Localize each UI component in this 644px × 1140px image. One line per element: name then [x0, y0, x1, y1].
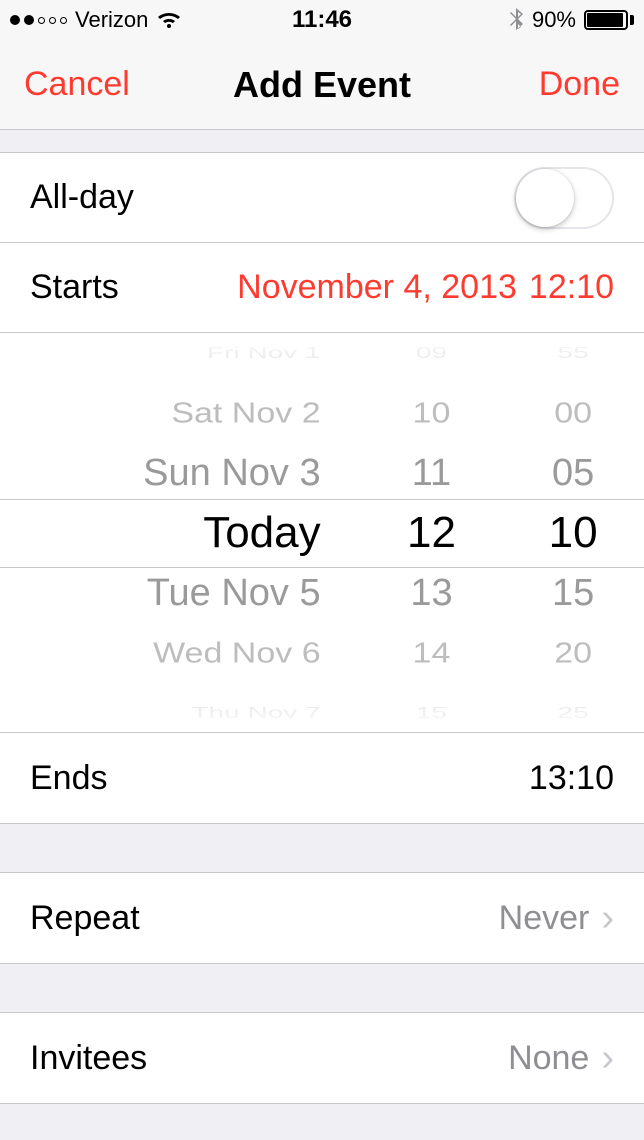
picker-date-item: Sat Nov 2 [0, 387, 361, 438]
allday-label: All-day [30, 178, 134, 217]
picker-min-item: 25 [502, 696, 644, 729]
picker-hour-column[interactable]: 08 09 10 11 12 13 14 15 16 [361, 333, 503, 732]
picker-date-item: Thu Nov 7 [0, 696, 361, 729]
picker-hour-item: 10 [361, 387, 503, 438]
starts-time: 12:10 [529, 268, 614, 307]
invitees-label: Invitees [30, 1039, 147, 1078]
chevron-right-icon: › [601, 1037, 614, 1080]
picker-min-selected: 10 [502, 503, 644, 563]
picker-date-column[interactable]: Thu Oct 31 Fri Nov 1 Sat Nov 2 Sun Nov 3… [0, 333, 361, 732]
done-button[interactable]: Done [539, 65, 620, 104]
picker-hour-item: 14 [361, 627, 503, 678]
picker-date-item: Sun Nov 3 [0, 443, 361, 503]
picker-date-item: Wed Nov 6 [0, 627, 361, 678]
picker-min-item: 15 [502, 563, 644, 623]
picker-min-item: 55 [502, 336, 644, 369]
date-time-picker[interactable]: Thu Oct 31 Fri Nov 1 Sat Nov 2 Sun Nov 3… [0, 333, 644, 733]
allday-toggle[interactable] [514, 167, 614, 229]
invitees-value: None [508, 1039, 589, 1078]
starts-label: Starts [30, 268, 119, 307]
ends-row[interactable]: Ends 13:10 [0, 733, 644, 823]
picker-date-selected: Today [0, 503, 361, 563]
picker-hour-item: 13 [361, 563, 503, 623]
repeat-label: Repeat [30, 899, 140, 938]
invitees-row[interactable]: Invitees None › [0, 1013, 644, 1103]
picker-date-item: Fri Nov 1 [0, 336, 361, 369]
ends-time: 13:10 [529, 759, 614, 798]
starts-row[interactable]: Starts November 4, 2013 12:10 [0, 243, 644, 333]
picker-min-item: 20 [502, 627, 644, 678]
ends-label: Ends [30, 759, 108, 798]
picker-date-item: Tue Nov 5 [0, 563, 361, 623]
picker-hour-selected: 12 [361, 503, 503, 563]
picker-min-item: 00 [502, 387, 644, 438]
picker-minute-column[interactable]: 50 55 00 05 10 15 20 25 30 [502, 333, 644, 732]
allday-row[interactable]: All-day [0, 153, 644, 243]
cancel-button[interactable]: Cancel [24, 65, 130, 104]
repeat-row[interactable]: Repeat Never › [0, 873, 644, 963]
datetime-group: All-day Starts November 4, 2013 12:10 Th… [0, 152, 644, 824]
nav-bar: Cancel Add Event Done [0, 40, 644, 130]
status-time: 11:46 [0, 6, 644, 34]
starts-date: November 4, 2013 [237, 268, 517, 307]
picker-hour-item: 11 [361, 443, 503, 503]
battery-icon [584, 10, 634, 30]
picker-hour-item: 09 [361, 336, 503, 369]
picker-min-item: 05 [502, 443, 644, 503]
chevron-right-icon: › [601, 897, 614, 940]
status-bar: Verizon 11:46 90% [0, 0, 644, 40]
picker-hour-item: 15 [361, 696, 503, 729]
repeat-value: Never [499, 899, 590, 938]
